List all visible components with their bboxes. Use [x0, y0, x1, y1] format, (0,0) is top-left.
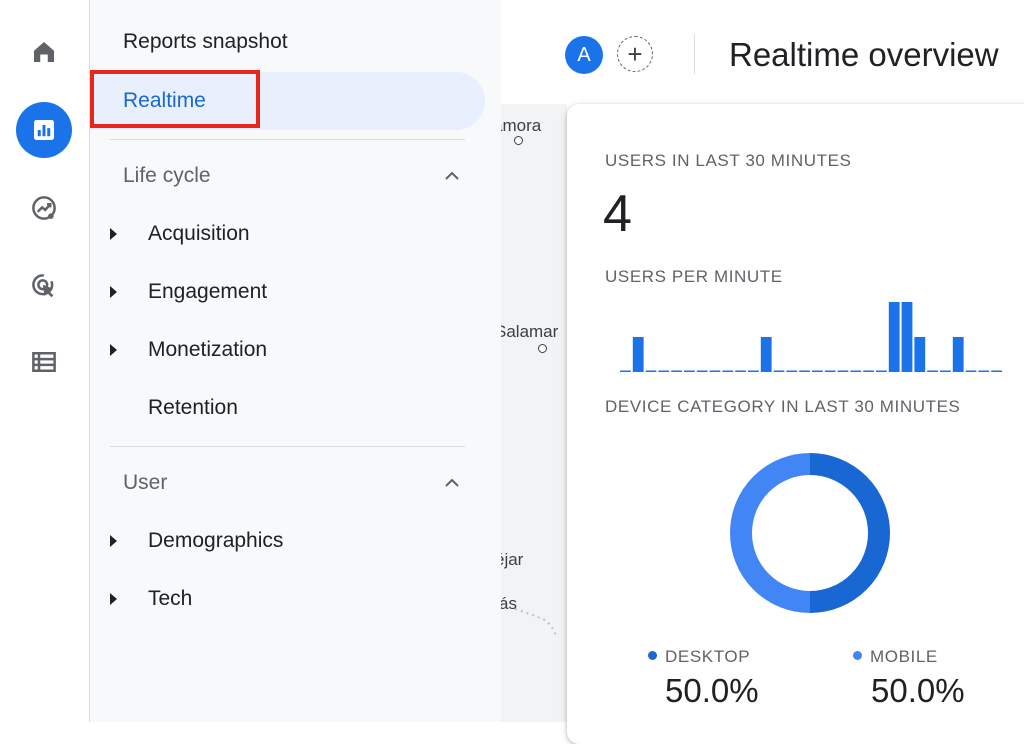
nav-item-demographics[interactable]: Demographics [110, 523, 470, 563]
expand-arrow-icon [110, 228, 117, 240]
add-comparison-button[interactable]: + [617, 36, 653, 72]
reports-nav-button[interactable] [16, 102, 72, 158]
home-icon [34, 42, 54, 62]
legend-label: DESKTOP [665, 647, 751, 666]
bar-minute-20 [863, 370, 874, 372]
comparison-avatar[interactable]: A [565, 36, 603, 74]
bar-minute-24 [914, 337, 926, 372]
realtime-map[interactable]: amora Salamar éjar ás [501, 104, 567, 722]
nav-item-monetization[interactable]: Monetization [110, 332, 470, 372]
bar-minute-7 [696, 370, 708, 372]
bar-minute-10 [735, 370, 746, 372]
realtime-label: Realtime [123, 89, 206, 112]
expand-arrow-icon [110, 344, 117, 356]
legend-desktop: DESKTOP [648, 647, 750, 667]
bar-minute-27 [952, 337, 964, 372]
page-header: A + Realtime overview [501, 0, 1024, 104]
legend-mobile: MOBILE [853, 647, 938, 667]
bar-minute-28 [965, 370, 977, 372]
legend-dot [853, 651, 862, 660]
expand-arrow-icon [110, 593, 117, 605]
divider [110, 139, 465, 140]
user-section-header[interactable]: User [123, 471, 167, 495]
map-city-label: éjar [501, 550, 524, 569]
bar-minute-2 [632, 337, 644, 372]
expand-arrow-icon [110, 286, 117, 298]
bar-minute-16 [812, 370, 823, 372]
icon-rail [0, 0, 90, 722]
legend-label: MOBILE [870, 647, 938, 666]
lifecycle-section-header[interactable]: Life cycle [123, 164, 211, 188]
header-divider [694, 34, 695, 74]
device-category-donut [730, 453, 890, 613]
desktop-percent: 50.0% [665, 672, 759, 709]
nav-item-label: Acquisition [148, 222, 250, 245]
explore-nav-button[interactable] [16, 180, 72, 236]
nav-item-label: Demographics [148, 529, 284, 552]
bar-minute-22 [888, 302, 900, 372]
advertising-nav-button[interactable] [16, 258, 72, 314]
list-icon [32, 352, 56, 372]
nav-item-tech[interactable]: Tech [110, 581, 470, 621]
users-last-30-label: USERS IN LAST 30 MINUTES [605, 151, 852, 170]
map-city-marker [538, 344, 547, 353]
expand-arrow-icon [110, 535, 117, 547]
map-route-line [514, 608, 558, 639]
bar-minute-9 [722, 370, 734, 372]
nav-item-retention[interactable]: Retention [110, 390, 470, 430]
donut-slice-mobile [730, 453, 811, 613]
reports-snapshot-link[interactable]: Reports snapshot [123, 30, 288, 54]
mobile-percent: 50.0% [871, 672, 965, 709]
realtime-card: USERS IN LAST 30 MINUTES 4 USERS PER MIN… [567, 104, 1024, 744]
bar-minute-21 [876, 370, 887, 372]
bar-minute-6 [684, 370, 695, 372]
map-city-label: Salamar [501, 322, 559, 341]
bar-minute-25 [927, 370, 938, 372]
bar-minute-18 [837, 370, 849, 372]
bar-minute-29 [978, 370, 990, 372]
configure-nav-button[interactable] [16, 334, 72, 390]
nav-item-label: Tech [148, 587, 193, 610]
bar-minute-3 [645, 370, 657, 372]
bar-minute-1 [620, 370, 631, 372]
donut-slice-desktop [809, 453, 890, 613]
bar-minute-8 [709, 370, 721, 372]
reports-nav-drawer: Reports snapshot Realtime Life cycle Acq… [90, 0, 501, 722]
realtime-nav-item[interactable]: Realtime [90, 72, 485, 130]
bar-minute-19 [850, 370, 862, 372]
home-nav-button[interactable] [16, 24, 72, 80]
bar-minute-13 [773, 370, 785, 372]
explore-icon [32, 196, 56, 220]
bar-minute-12 [760, 337, 772, 372]
bar-minute-17 [824, 370, 836, 372]
nav-item-label: Monetization [148, 338, 268, 361]
bar-minute-30 [991, 370, 1002, 372]
chevron-up-icon[interactable] [442, 166, 462, 186]
map-city-label: amora [501, 116, 542, 135]
users-per-minute-label: USERS PER MINUTE [605, 267, 783, 286]
nav-item-label: Engagement [148, 280, 268, 303]
nav-item-engagement[interactable]: Engagement [110, 274, 470, 314]
bar-minute-14 [786, 370, 798, 372]
advertising-icon [32, 274, 54, 298]
bar-minute-11 [748, 370, 759, 372]
bar-minute-23 [901, 302, 913, 372]
map-city-marker [514, 136, 523, 145]
chevron-up-icon[interactable] [442, 473, 462, 493]
nav-item-acquisition[interactable]: Acquisition [110, 216, 470, 256]
users-count: 4 [603, 185, 632, 243]
bar-minute-26 [940, 370, 951, 372]
bar-minute-4 [658, 370, 670, 372]
reports-icon [34, 120, 54, 140]
users-per-minute-chart [620, 302, 1002, 372]
bar-minute-5 [671, 370, 682, 372]
bar-minute-15 [799, 370, 810, 372]
page-title: Realtime overview [729, 36, 999, 73]
nav-item-label: Retention [148, 396, 238, 419]
legend-dot [648, 651, 657, 660]
divider [110, 446, 465, 447]
device-category-label: DEVICE CATEGORY IN LAST 30 MINUTES [605, 397, 961, 416]
